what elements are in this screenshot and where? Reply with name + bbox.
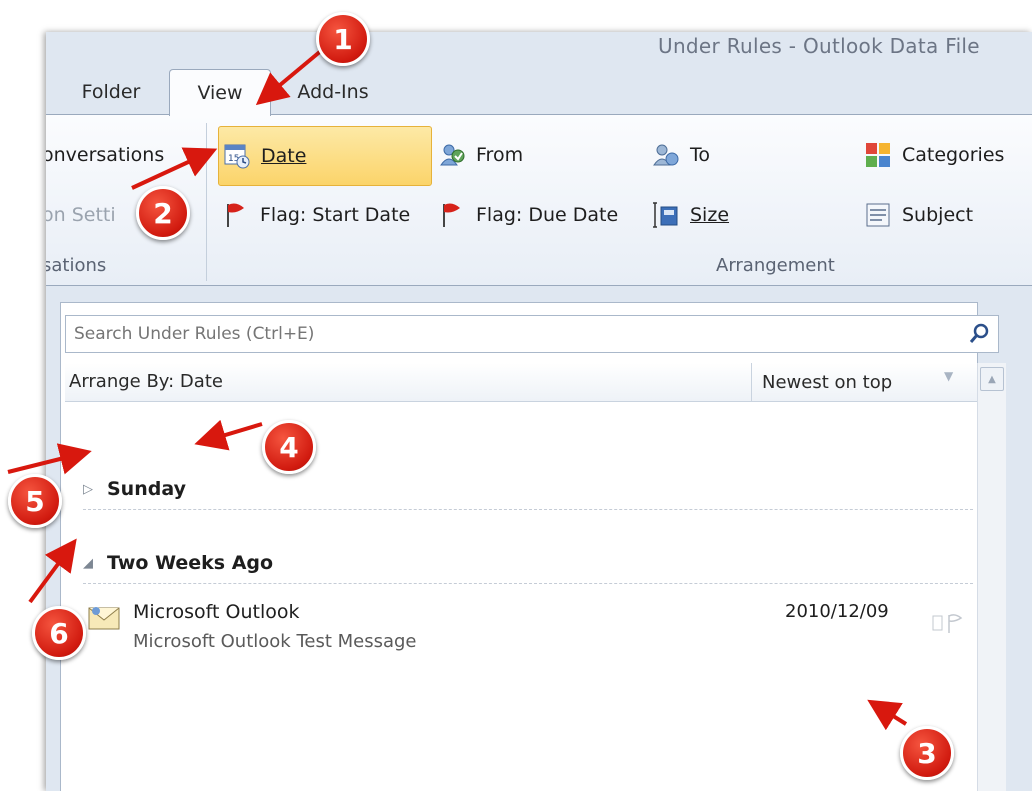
- arrange-date-label: Date: [261, 145, 307, 167]
- category-flag-icon[interactable]: [931, 611, 965, 635]
- subject-icon: [864, 201, 892, 229]
- arrange-to-button[interactable]: To: [652, 126, 710, 184]
- group-title: Sunday: [107, 478, 186, 500]
- callout-5: 5: [8, 474, 62, 528]
- envelope-icon: [87, 603, 123, 633]
- vertical-scrollbar[interactable]: ▲: [977, 363, 1006, 791]
- arrange-size-button[interactable]: Size: [652, 186, 729, 244]
- calendar-date-icon: 15: [223, 142, 251, 170]
- group-separator: [206, 123, 207, 281]
- arrangement-group-label: Arrangement: [716, 255, 835, 276]
- arrange-flag-due-date-button[interactable]: Flag: Due Date: [438, 186, 618, 244]
- callout-1: 1: [316, 12, 370, 66]
- show-as-conversations-label: onversations: [46, 144, 165, 166]
- flag-icon: [438, 201, 466, 229]
- arrange-from-button[interactable]: From: [438, 126, 523, 184]
- arrange-flag-due-date-label: Flag: Due Date: [476, 204, 619, 226]
- conversations-group-label: sations: [46, 255, 107, 276]
- search-input[interactable]: [65, 315, 999, 353]
- arrange-by-header: Arrange By: Date Newest on top ▼: [65, 363, 977, 402]
- group-header-sunday[interactable]: ▷ Sunday: [83, 469, 973, 510]
- tab-view[interactable]: View: [169, 69, 271, 116]
- collapse-triangle-icon[interactable]: ◢: [83, 556, 107, 571]
- arrange-to-label: To: [690, 144, 711, 166]
- expand-triangle-icon[interactable]: ▷: [83, 482, 107, 497]
- search-icon[interactable]: [967, 321, 993, 347]
- scroll-up-button[interactable]: ▲: [980, 367, 1004, 391]
- callout-2: 2: [136, 186, 190, 240]
- message-subject: Microsoft Outlook Test Message: [133, 631, 417, 652]
- categories-icon: [864, 141, 892, 169]
- conversation-settings-label: on Setti: [46, 204, 116, 226]
- arrange-subject-button[interactable]: Subject: [864, 186, 973, 244]
- message-sender: Microsoft Outlook: [133, 601, 300, 623]
- dropdown-caret-icon: ▼: [944, 369, 954, 383]
- sort-order-label: Newest on top: [762, 371, 893, 393]
- callout-6: 6: [32, 606, 86, 660]
- callout-4: 4: [262, 420, 316, 474]
- message-item[interactable]: Microsoft Outlook Microsoft Outlook Test…: [85, 597, 975, 667]
- arrange-flag-start-date-label: Flag: Start Date: [260, 204, 411, 226]
- sort-order-toggle[interactable]: Newest on top ▼: [751, 363, 961, 401]
- arrange-date-button[interactable]: 15 Date: [218, 126, 432, 186]
- group-header-two-weeks-ago[interactable]: ◢ Two Weeks Ago: [83, 543, 973, 584]
- arrange-flag-start-date-button[interactable]: Flag: Start Date: [222, 186, 410, 244]
- callout-3: 3: [900, 726, 954, 780]
- message-date: 2010/12/09: [785, 601, 889, 622]
- message-list-pane: Arrange By: Date Newest on top ▼ ▲ ▷ Sun…: [60, 302, 1006, 791]
- arrange-subject-label: Subject: [902, 204, 974, 226]
- group-title: Two Weeks Ago: [107, 552, 274, 574]
- arrange-by-button[interactable]: Arrange By: Date: [69, 371, 223, 392]
- arrange-categories-button[interactable]: Categories: [864, 126, 1004, 184]
- arrange-from-label: From: [476, 144, 524, 166]
- window-title: Under Rules - Outlook Data File: [658, 34, 980, 58]
- tab-add-ins[interactable]: Add-Ins: [278, 72, 388, 112]
- from-person-icon: [438, 141, 466, 169]
- outlook-window: Under Rules - Outlook Data File Folder V…: [46, 32, 1032, 791]
- arrange-categories-label: Categories: [902, 144, 1005, 166]
- flag-icon: [222, 201, 250, 229]
- to-person-icon: [652, 141, 680, 169]
- arrange-size-label: Size: [690, 204, 730, 226]
- size-icon: [652, 201, 680, 229]
- tab-folder[interactable]: Folder: [56, 72, 166, 112]
- show-as-conversations-button[interactable]: onversations: [46, 126, 164, 184]
- ribbon: onversations on Setti sations 15 Date Fr…: [46, 114, 1032, 286]
- conversation-settings-button[interactable]: on Setti: [46, 186, 116, 244]
